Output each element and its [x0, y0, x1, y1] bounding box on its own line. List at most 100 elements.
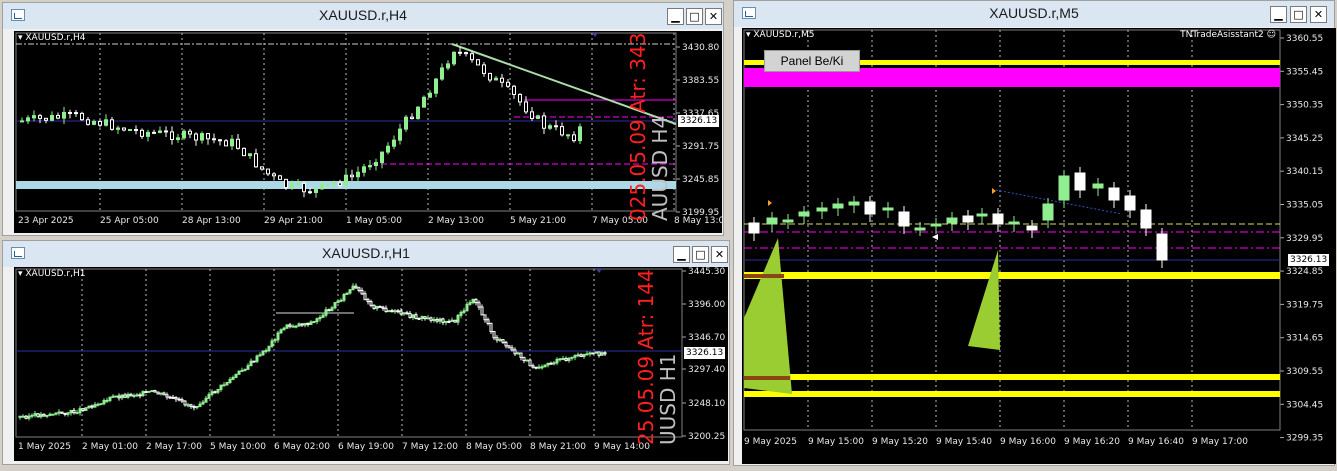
candle [66, 412, 70, 415]
minimize-button[interactable]: ▁ [1270, 6, 1287, 23]
candle [525, 359, 529, 362]
title-bar-h4[interactable]: XAUUSD.r,H4 ▁ □ ✕ [3, 3, 723, 29]
candle [75, 412, 79, 415]
maximize-button[interactable]: □ [686, 8, 703, 25]
y-tick-label: 3445.30 [688, 267, 725, 277]
title-bar-m5[interactable]: XAUUSD.r,M5 ▁ □ ✕ [734, 1, 1334, 27]
candle [441, 318, 445, 323]
candle [266, 168, 270, 175]
candle [1042, 203, 1054, 221]
x-tick-label: 2 May 01:00 [82, 442, 138, 452]
candle [120, 394, 124, 399]
candle [147, 390, 151, 393]
candle [102, 400, 106, 405]
candle [194, 133, 198, 141]
candle [96, 403, 100, 406]
candle [372, 304, 376, 309]
candle [582, 353, 586, 358]
maximize-button[interactable]: □ [692, 246, 709, 263]
candle [98, 120, 102, 126]
price-chart-h4[interactable]: 3430.80 3383.55 3337.65 3291.75 3245.85 3199.… [14, 31, 722, 233]
candle [992, 213, 1004, 225]
candle [282, 327, 286, 331]
candle [308, 191, 312, 194]
title-bar-h1[interactable]: XAUUSD.r,H1 ▁ □ ✕ [3, 241, 729, 267]
y-tick-label: 3299.35 [1286, 434, 1323, 444]
candle [270, 340, 274, 347]
candle [128, 129, 132, 132]
close-button[interactable]: ✕ [711, 246, 728, 263]
y-tick-label: 3430.80 [682, 43, 719, 53]
candle [459, 311, 463, 316]
candle [543, 364, 547, 368]
candle [404, 116, 408, 130]
price-chart-h1[interactable]: 3445.30 3396.00 3346.70 3297.40 3248.10 3200.… [14, 267, 728, 461]
candle [462, 310, 466, 313]
candle [164, 130, 168, 133]
candle [512, 85, 516, 95]
y-tick-label: 3200.25 [688, 432, 725, 442]
candle [482, 64, 486, 74]
chart-window-h1[interactable]: XAUUSD.r,H1 ▁ □ ✕ 3445.30 3396.00 3346.70 3… [2, 240, 730, 465]
y-tick-label: 3355.45 [1286, 67, 1323, 77]
candle [1124, 195, 1136, 211]
candle [210, 391, 214, 395]
candle [392, 139, 396, 147]
y-tick-label: 3383.55 [682, 76, 719, 86]
candle [366, 299, 370, 303]
candle [342, 293, 346, 301]
minimize-button[interactable]: ▁ [673, 246, 690, 263]
candle [36, 413, 40, 418]
candle [1108, 187, 1120, 201]
close-button[interactable]: ✕ [705, 8, 722, 25]
candle [782, 219, 794, 223]
candle [320, 183, 324, 190]
candle [285, 324, 289, 329]
candle [368, 165, 372, 168]
candle [356, 171, 360, 178]
candle [132, 394, 136, 397]
candle [162, 392, 166, 396]
candle [524, 101, 528, 113]
x-tick-label: 6 May 02:00 [274, 442, 330, 452]
minimize-button[interactable]: ▁ [667, 8, 684, 25]
symbol-label: ▾ XAUUSD.r,H4 [18, 33, 86, 43]
candle [108, 396, 112, 401]
candle [333, 302, 337, 309]
candle [213, 391, 217, 394]
arrow-marker-icon [992, 188, 996, 194]
price-chart-m5[interactable]: 3360.55 3355.45 3350.35 3345.25 3340.15 3335.… [742, 28, 1336, 464]
support-zone [744, 272, 1280, 279]
candle [260, 166, 264, 170]
candle [428, 92, 432, 98]
candle [344, 174, 348, 186]
candle [171, 396, 175, 399]
candle [174, 396, 178, 400]
maximize-button[interactable]: □ [1290, 6, 1307, 23]
candle [507, 345, 511, 349]
candle [748, 222, 760, 234]
close-button[interactable]: ✕ [1310, 6, 1327, 23]
candle [68, 111, 72, 114]
candle [432, 319, 436, 322]
candle [290, 182, 294, 189]
plot-border [743, 29, 1281, 431]
chart-window-h4[interactable]: XAUUSD.r,H4 ▁ □ ✕ 3430.80 3383.55 3337.65 3… [2, 2, 724, 236]
window-title: XAUUSD.r,H4 [319, 7, 407, 23]
candle [273, 339, 277, 342]
candle [140, 129, 144, 137]
y-tick-label: 3309.55 [1286, 367, 1323, 377]
chart-window-m5[interactable]: XAUUSD.r,M5 ▁ □ ✕ 3360.55 3355.45 3350.35 3… [733, 0, 1336, 466]
candle [578, 126, 582, 142]
panel-be-ki-button[interactable]: Panel Be/Ki [764, 50, 860, 72]
atr-text: 25.05.09 Atr: 144 [634, 269, 658, 445]
candle [422, 96, 426, 108]
candle [200, 133, 204, 141]
candle [146, 131, 150, 137]
x-tick-label: 1 May 05:00 [346, 216, 402, 226]
candle [561, 358, 565, 361]
candle [603, 352, 607, 355]
candle [1156, 233, 1168, 261]
y-tick-label: 3340.15 [1286, 167, 1323, 177]
candle [588, 352, 592, 355]
